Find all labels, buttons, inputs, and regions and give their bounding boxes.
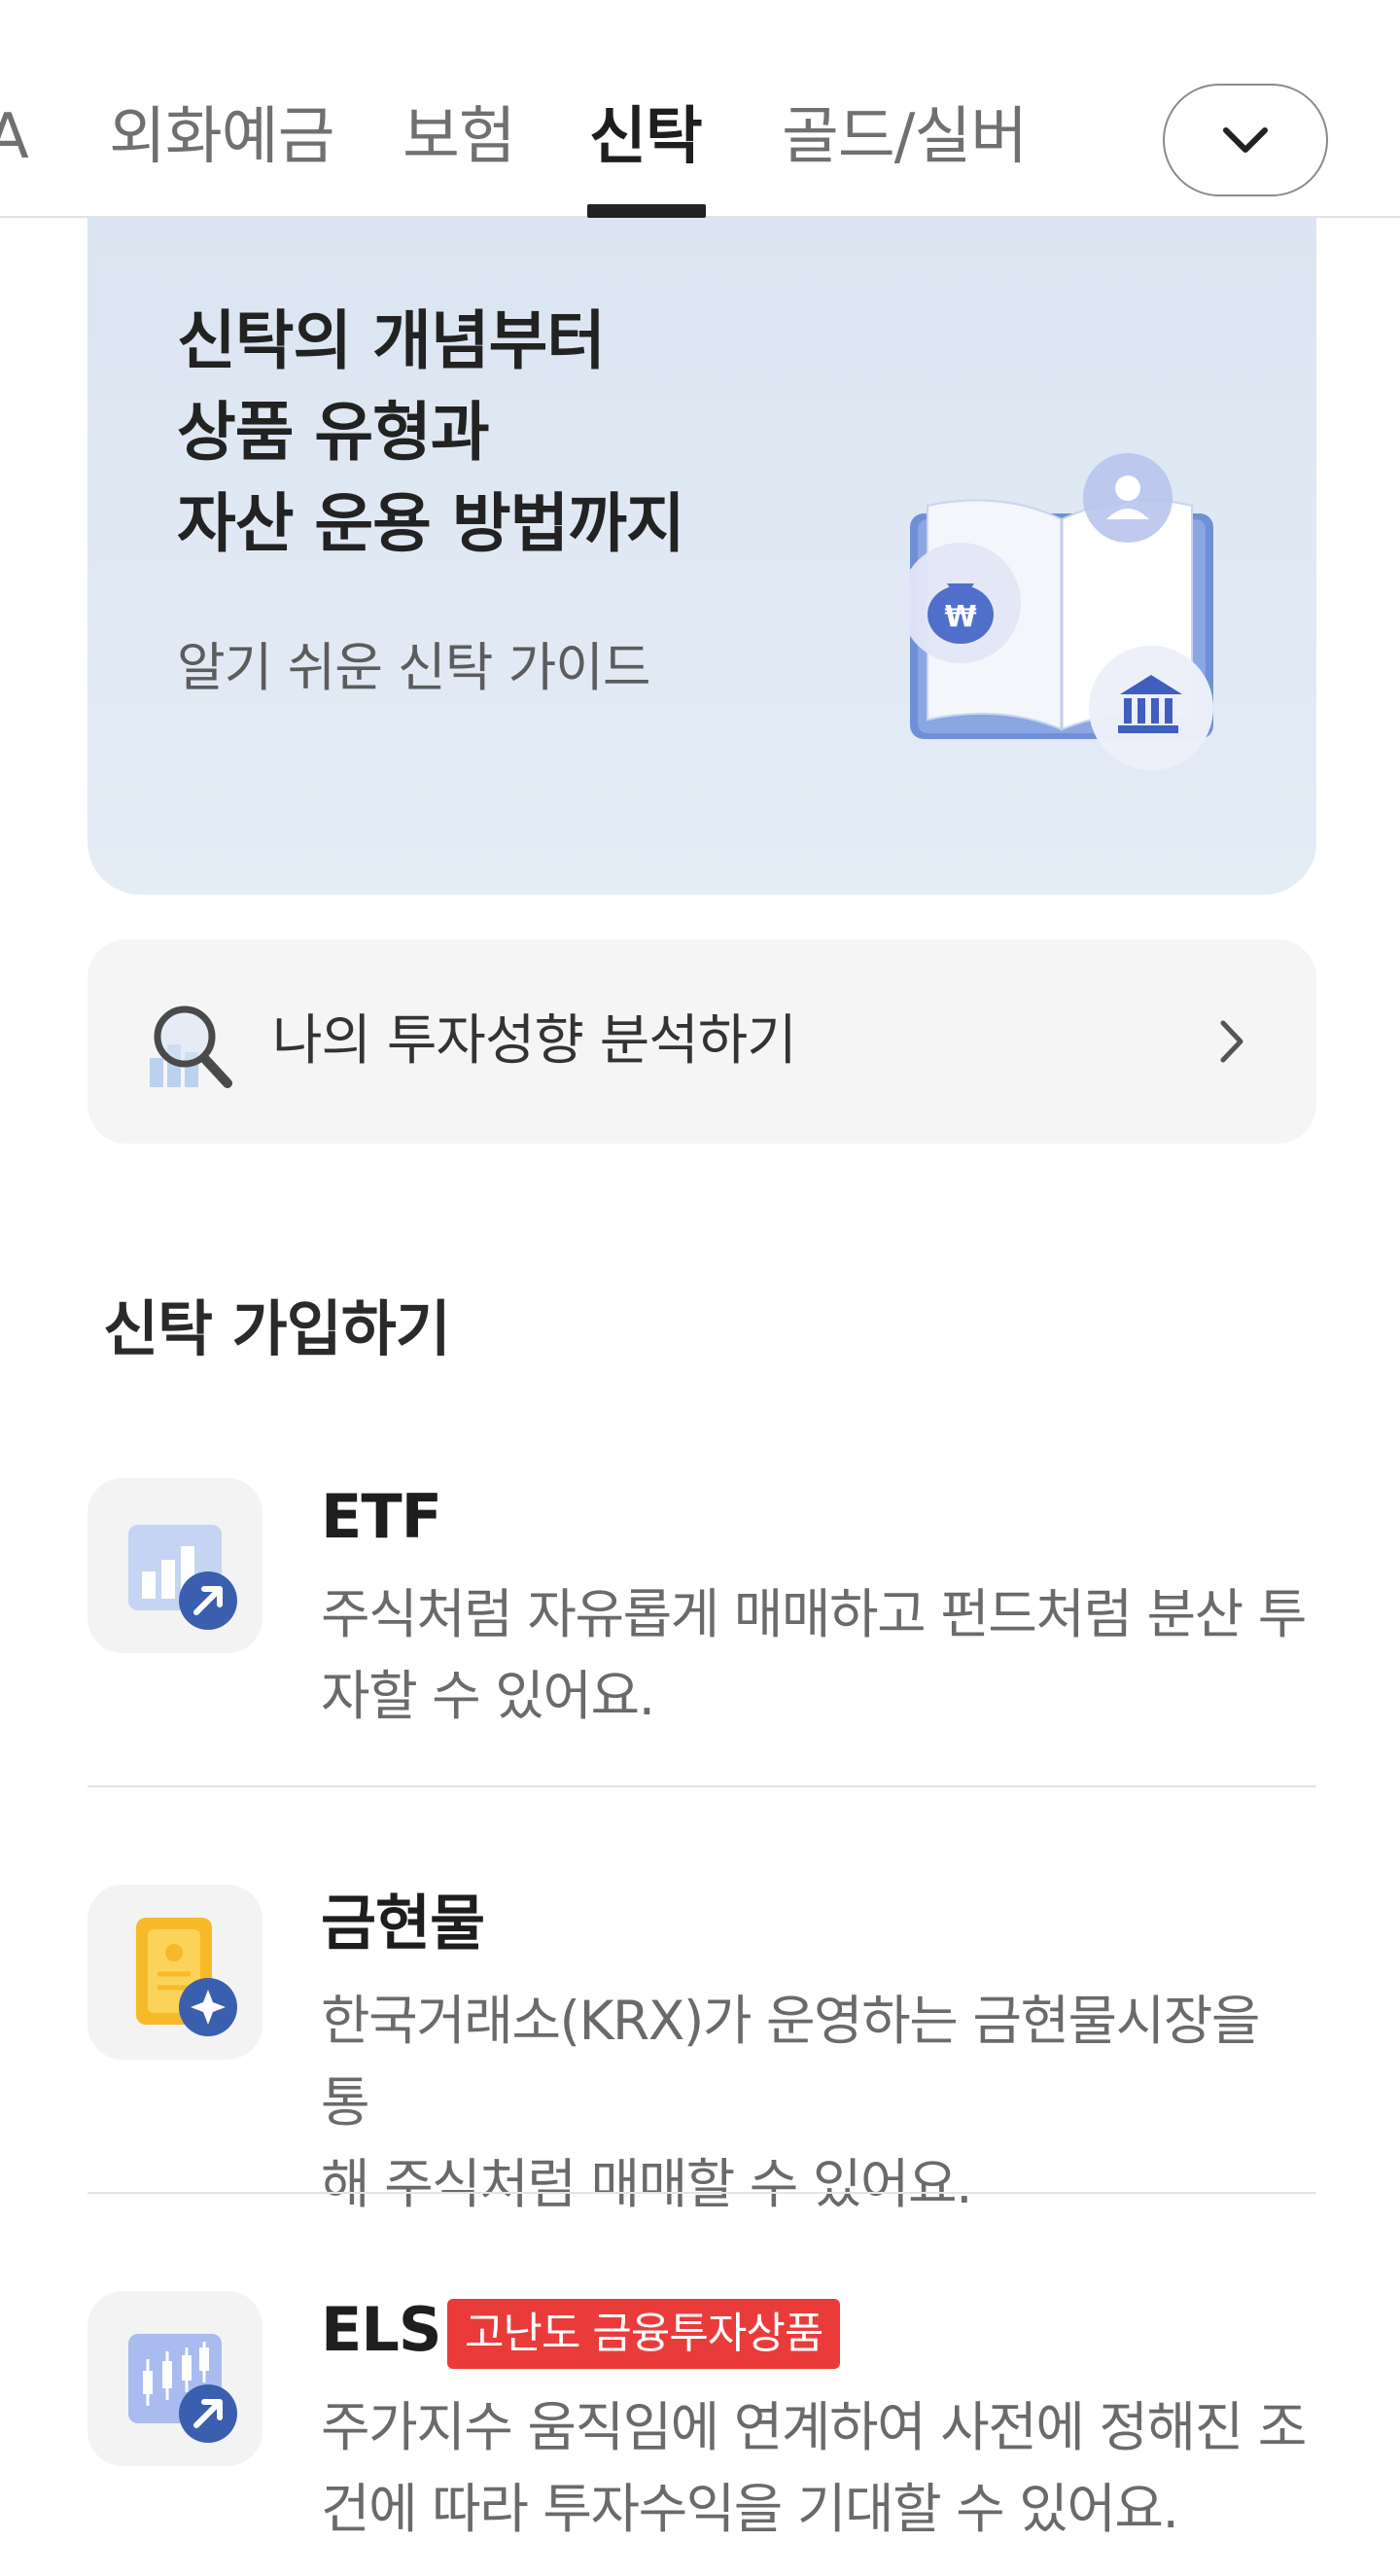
product-description-line: 건에 따라 투자수익을 기대할 수 있어요.: [321, 2478, 1179, 2540]
product-icon-box: [88, 1478, 262, 1653]
tab-isa[interactable]: A: [0, 93, 29, 181]
product-description: 주식처럼 자유롭게 매매하고 펀드처럼 분산 투 자할 수 있어요.: [321, 1573, 1312, 1737]
banner-title-line: 상품 유형과: [177, 395, 490, 470]
book-illustration-icon: ₩: [900, 453, 1213, 770]
svg-text:₩: ₩: [944, 600, 976, 634]
banner-title: 신탁의 개념부터 상품 유형과 자산 운용 방법까지: [177, 296, 858, 570]
tab-more-button[interactable]: [1163, 84, 1328, 196]
banner-title-line: 신탁의 개념부터: [177, 303, 606, 378]
product-item-gold[interactable]: 금현물 한국거래소(KRX)가 운영하는 금현물시장을 통 해 주식처럼 매매할…: [88, 1885, 1316, 2215]
magnifier-chart-icon: [150, 1006, 232, 1088]
product-item-etf[interactable]: ETF 주식처럼 자유롭게 매매하고 펀드처럼 분산 투 자할 수 있어요.: [88, 1478, 1316, 1727]
product-description-line: 주식처럼 자유롭게 매매하고 펀드처럼 분산 투: [321, 1583, 1307, 1645]
gold-bar-icon: [136, 1918, 237, 2036]
product-description-line: 해 주식처럼 매매할 수 있어요.: [321, 2153, 973, 2215]
section-title: 신탁 가입하기: [103, 1293, 451, 1364]
product-description-line: 주가지수 움직임에 연계하여 사전에 정해진 조: [321, 2396, 1307, 2458]
product-description-line: 한국거래소(KRX)가 운영하는 금현물시장을 통: [321, 1990, 1260, 2134]
investment-profile-button[interactable]: 나의 투자성향 분석하기: [88, 939, 1316, 1144]
product-description: 주가지수 움직임에 연계하여 사전에 정해진 조 건에 따라 투자수익을 기대할…: [321, 2386, 1312, 2550]
tab-foreign-deposit[interactable]: 외화예금: [109, 93, 335, 181]
chevron-right-icon: [1220, 1020, 1243, 1063]
banner-subtitle: 알기 쉬운 신탁 가이드: [177, 637, 651, 698]
trust-page: A 외화예금 보험 신탁 골드/실버 신탁의 개념부터 상품 유형과 자산 운용…: [0, 0, 1400, 2576]
product-name: ETF: [321, 1481, 442, 1552]
product-item-els[interactable]: ELS 고난도 금융투자상품 주가지수 움직임에 연계하여 사전에 정해진 조 …: [88, 2291, 1316, 2540]
divider: [88, 1785, 1316, 1787]
product-description-line: 자할 수 있어요.: [321, 1665, 655, 1727]
divider: [88, 2192, 1316, 2194]
tab-gold-silver[interactable]: 골드/실버: [782, 93, 1028, 181]
trust-guide-banner[interactable]: 신탁의 개념부터 상품 유형과 자산 운용 방법까지 알기 쉬운 신탁 가이드 …: [88, 218, 1316, 895]
tab-trust[interactable]: 신탁: [589, 93, 703, 181]
product-icon-box: [88, 2291, 262, 2466]
product-name: ELS: [321, 2294, 442, 2365]
etf-chart-icon: [128, 1525, 237, 1630]
product-icon-box: [88, 1885, 262, 2060]
high-risk-badge: 고난도 금융투자상품: [447, 2299, 841, 2369]
candlestick-chart-icon: [128, 2334, 237, 2443]
investment-profile-label: 나의 투자성향 분석하기: [272, 1009, 797, 1073]
banner-title-line: 자산 운용 방법까지: [177, 486, 685, 561]
category-tab-bar: A 외화예금 보험 신탁 골드/실버: [0, 0, 1400, 218]
product-description: 한국거래소(KRX)가 운영하는 금현물시장을 통 해 주식처럼 매매할 수 있…: [321, 1980, 1312, 2225]
chevron-down-icon: [1223, 127, 1268, 153]
tab-insurance[interactable]: 보험: [402, 93, 516, 181]
active-tab-indicator: [587, 204, 706, 218]
product-name: 금현물: [321, 1888, 485, 1958]
